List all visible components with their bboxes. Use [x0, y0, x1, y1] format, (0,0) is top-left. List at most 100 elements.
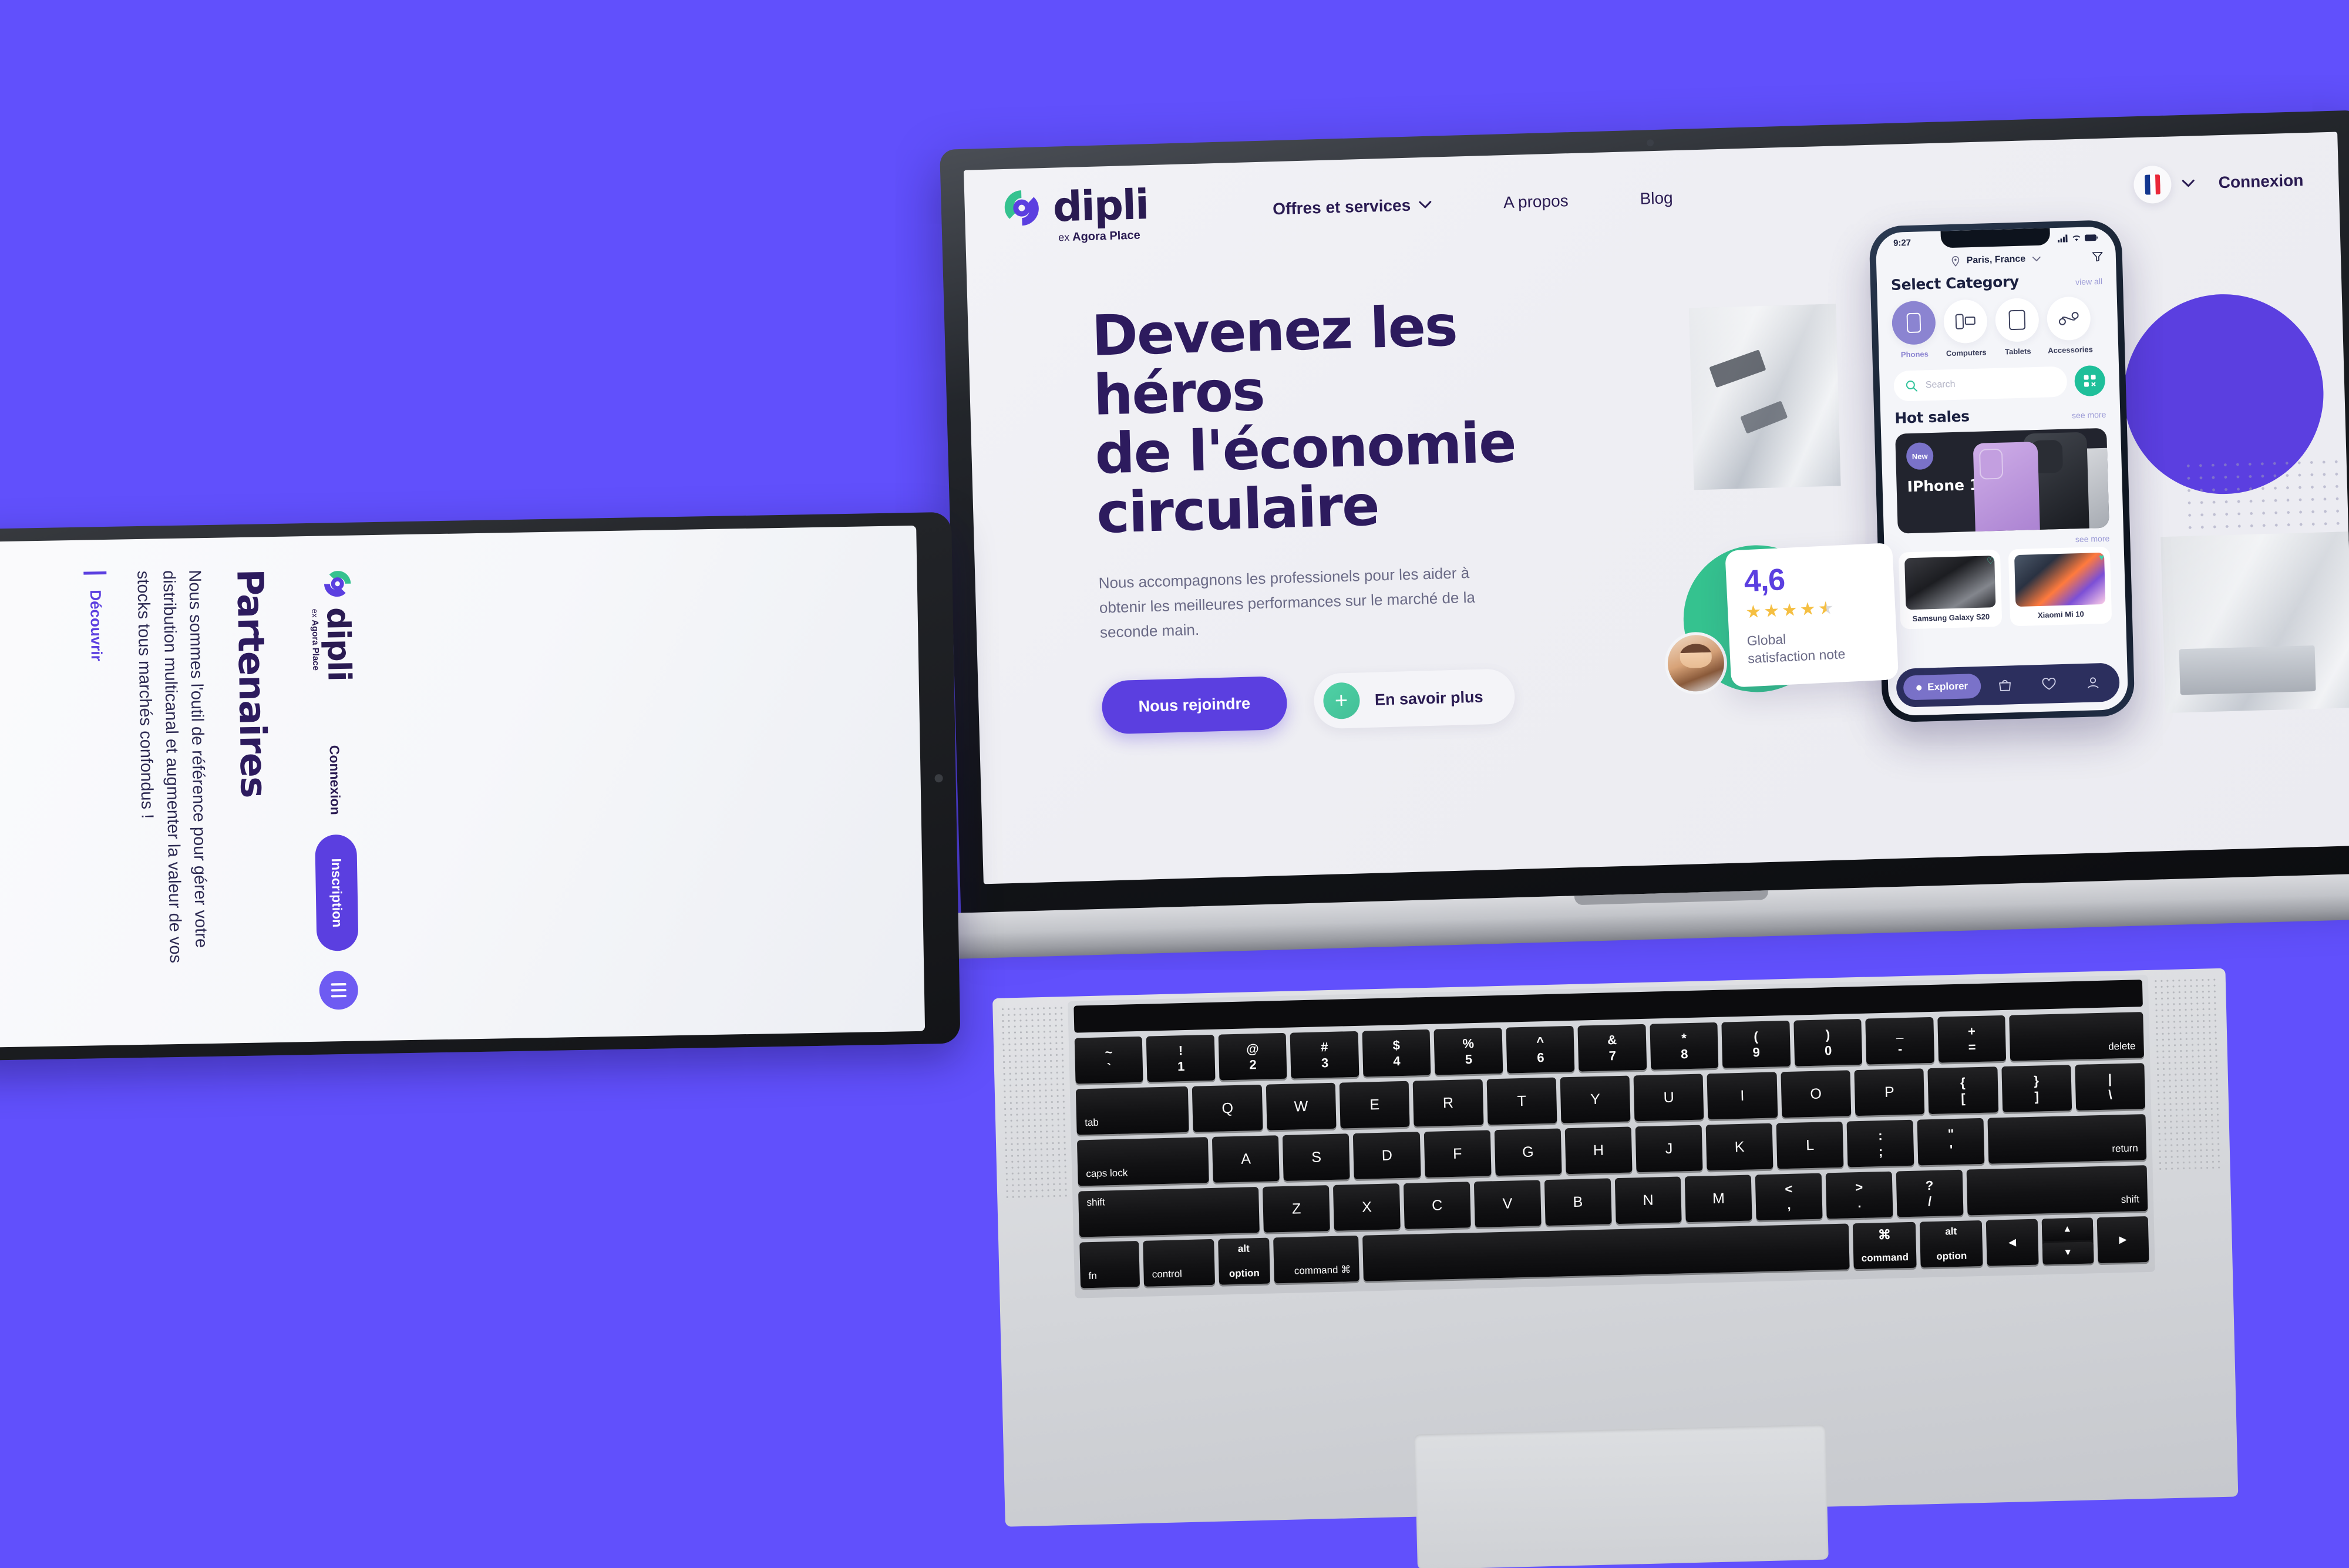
key-q[interactable]: Q — [1192, 1084, 1263, 1132]
key-l[interactable]: L — [1776, 1121, 1844, 1169]
list-item[interactable]: ♡ Samsung Galaxy S20 — [1898, 549, 2003, 630]
key-y[interactable]: Y — [1560, 1075, 1631, 1123]
category-accessories[interactable]: Accessories — [2046, 296, 2093, 355]
key-k[interactable]: K — [1705, 1123, 1773, 1171]
key-a[interactable]: A — [1212, 1135, 1280, 1183]
category-tablets[interactable]: Tablets — [1994, 297, 2040, 356]
key-b[interactable]: B — [1544, 1178, 1612, 1226]
heart-icon[interactable]: ♥ — [2099, 553, 2104, 563]
key-comma[interactable]: <, — [1755, 1173, 1823, 1221]
key-2[interactable]: @2 — [1218, 1032, 1287, 1081]
key-command-left[interactable]: command ⌘ — [1273, 1235, 1359, 1284]
key-delete[interactable]: delete — [2009, 1012, 2145, 1061]
key-d[interactable]: D — [1353, 1132, 1421, 1180]
discover-link[interactable]: Découvrir — [83, 571, 108, 662]
key-arrow-right[interactable]: ▶ — [2096, 1216, 2149, 1264]
key-p[interactable]: P — [1854, 1068, 1925, 1116]
language-selector[interactable] — [2133, 164, 2172, 204]
person-icon[interactable] — [2073, 676, 2112, 690]
arrow-down-icon[interactable]: ▼ — [2042, 1241, 2094, 1265]
key-r[interactable]: R — [1412, 1079, 1484, 1127]
key-6[interactable]: ^ 6 — [1506, 1025, 1575, 1074]
view-all-link[interactable]: view all — [2075, 277, 2102, 287]
key-shift-left[interactable]: shift — [1078, 1187, 1260, 1237]
arrow-up-icon[interactable]: ▲ — [2041, 1217, 2094, 1241]
brand-logo[interactable]: dipli ex Agora Place — [999, 180, 1149, 246]
category-phones[interactable]: Phones — [1891, 300, 1937, 359]
tablet-home-button[interactable] — [934, 773, 943, 782]
join-us-button[interactable]: Nous rejoindre — [1101, 675, 1288, 735]
hamburger-icon[interactable] — [319, 970, 359, 1010]
key-minus[interactable]: _ - — [1865, 1017, 1934, 1065]
learn-more-button[interactable]: + En savoir plus — [1313, 668, 1516, 729]
key-slash[interactable]: ? / — [1896, 1169, 1964, 1217]
qr-scan-button[interactable] — [2074, 365, 2106, 397]
key-caps-lock[interactable]: caps lock — [1076, 1137, 1210, 1186]
search-input[interactable]: Search — [1893, 366, 2068, 402]
key-option-right[interactable]: alt option — [1919, 1220, 1983, 1268]
language-chevron-down-icon[interactable] — [2182, 179, 2195, 187]
see-more-link[interactable]: see more — [2072, 410, 2106, 420]
key-command-right[interactable]: ⌘ command — [1853, 1222, 1917, 1270]
key-u[interactable]: U — [1633, 1074, 1704, 1122]
key-3[interactable]: #3 — [1290, 1031, 1359, 1079]
key-w[interactable]: W — [1266, 1082, 1337, 1130]
tab-explorer[interactable]: Explorer — [1903, 673, 1981, 701]
key-e[interactable]: E — [1339, 1081, 1410, 1129]
key-semicolon[interactable]: :; — [1846, 1119, 1914, 1167]
key-arrow-left[interactable]: ◀ — [1986, 1219, 2039, 1266]
key-shift-right[interactable]: shift — [1966, 1165, 2148, 1216]
key-z[interactable]: Z — [1263, 1185, 1331, 1233]
key-5[interactable]: % 5 — [1433, 1027, 1503, 1075]
key-9[interactable]: (9 — [1721, 1020, 1791, 1068]
key-return[interactable]: return — [1987, 1114, 2147, 1164]
key-0[interactable]: ) 0 — [1793, 1018, 1863, 1066]
nav-item-offres[interactable]: Offres et services — [1273, 195, 1432, 218]
key-h[interactable]: H — [1564, 1126, 1633, 1175]
heart-icon[interactable] — [2030, 677, 2069, 691]
key-period[interactable]: >. — [1825, 1171, 1893, 1219]
key-j[interactable]: J — [1635, 1125, 1703, 1173]
key-7[interactable]: & 7 — [1577, 1024, 1647, 1072]
login-link[interactable]: Connexion — [2218, 171, 2304, 192]
key-o[interactable]: O — [1781, 1070, 1852, 1118]
hero-section: Devenez les héros de l'économie circulai… — [966, 208, 2349, 738]
key-4[interactable]: $4 — [1362, 1029, 1431, 1077]
key-quote[interactable]: " ' — [1917, 1118, 1985, 1166]
key-fn[interactable]: fn — [1079, 1241, 1140, 1288]
login-link[interactable]: Connexion — [327, 745, 344, 815]
key-f[interactable]: F — [1423, 1130, 1492, 1178]
key-1[interactable]: ! 1 — [1146, 1034, 1216, 1082]
key-v[interactable]: V — [1473, 1180, 1542, 1228]
key-arrow-updown[interactable]: ▲ ▼ — [2041, 1217, 2094, 1265]
key-m[interactable]: M — [1685, 1175, 1752, 1223]
key-space[interactable] — [1362, 1223, 1850, 1281]
key-tab[interactable]: tab — [1075, 1086, 1190, 1135]
category-computers[interactable]: Computers — [1943, 299, 1988, 358]
key-8[interactable]: * 8 — [1650, 1022, 1719, 1070]
key-n[interactable]: N — [1614, 1176, 1682, 1224]
key-tilde[interactable]: ~ ` — [1074, 1036, 1144, 1084]
key-bracket-left[interactable]: {[ — [1927, 1066, 1998, 1115]
key-x[interactable]: X — [1333, 1183, 1401, 1231]
filter-icon[interactable] — [2092, 251, 2103, 262]
trackpad[interactable] — [1414, 1424, 1829, 1568]
key-i[interactable]: I — [1707, 1072, 1778, 1120]
key-c[interactable]: C — [1403, 1182, 1471, 1229]
list-item[interactable]: ♥ Xiaomi Mi 10 — [2008, 546, 2112, 627]
bag-icon[interactable] — [1985, 678, 2025, 692]
featured-product-card[interactable]: New IPhone 12 — [1895, 428, 2109, 534]
key-s[interactable]: S — [1283, 1133, 1351, 1181]
key-bracket-right[interactable]: }] — [2001, 1065, 2072, 1113]
signup-button[interactable]: Inscription — [315, 835, 359, 951]
key-option-left[interactable]: alt option — [1217, 1237, 1270, 1285]
nav-item-apropos[interactable]: A propos — [1503, 191, 1569, 212]
key-g[interactable]: G — [1494, 1128, 1562, 1176]
key-backslash[interactable]: | \ — [2075, 1063, 2146, 1111]
tablet-brand-logo[interactable]: dipli ex Agora Place — [309, 567, 358, 681]
key-equals[interactable]: + = — [1937, 1015, 2007, 1063]
heart-icon[interactable]: ♡ — [1987, 556, 1995, 566]
nav-item-blog[interactable]: Blog — [1640, 189, 1673, 208]
key-control[interactable]: control — [1143, 1239, 1215, 1287]
key-t[interactable]: T — [1486, 1077, 1557, 1125]
